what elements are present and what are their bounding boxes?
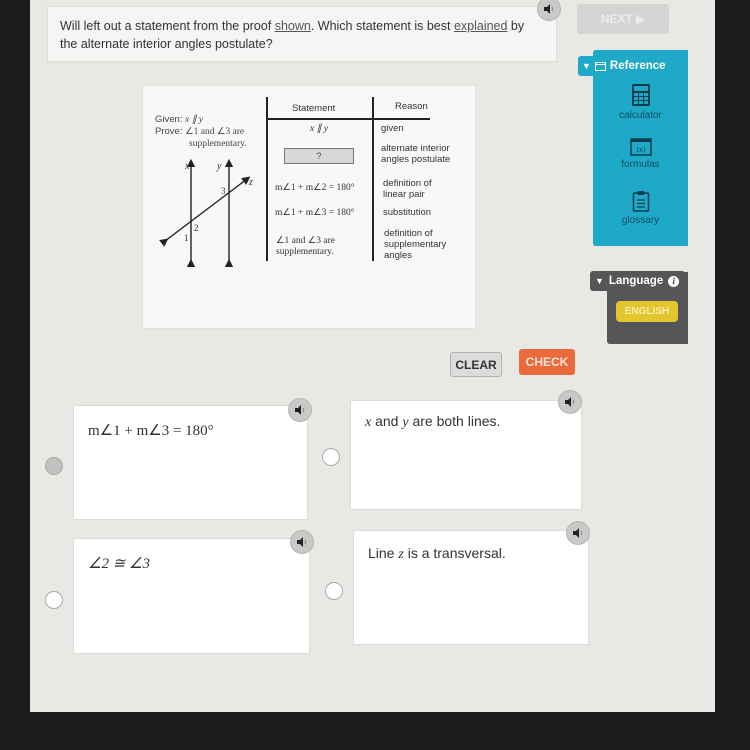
reason-4: substitution xyxy=(383,207,432,218)
check-button[interactable]: CHECK xyxy=(519,349,575,375)
info-icon[interactable]: i xyxy=(668,275,680,287)
choice-3-radio[interactable] xyxy=(45,591,63,609)
shown-link[interactable]: shown xyxy=(275,19,311,33)
triangle-down-icon: ▼ xyxy=(582,61,591,71)
svg-text:(x): (x) xyxy=(636,146,646,154)
line-z xyxy=(159,176,251,247)
question-text: . Which statement is best xyxy=(310,19,454,33)
missing-statement-box: ? xyxy=(284,148,354,164)
choice-2-text: and xyxy=(371,413,403,429)
choice-3-audio-button[interactable] xyxy=(290,530,314,554)
header-statement: Statement xyxy=(292,103,336,114)
prove-value-line2: supplementary. xyxy=(189,139,247,149)
choice-4-card[interactable]: Line z is a transversal. xyxy=(353,530,589,645)
label-z: z xyxy=(248,177,253,188)
explained-link[interactable]: explained xyxy=(454,19,508,33)
statement-1: x ∥ y xyxy=(310,124,328,134)
speaker-icon xyxy=(544,4,554,14)
choice-2-radio[interactable] xyxy=(322,448,340,466)
question-text: Will left out a statement from the proof xyxy=(60,19,275,33)
choice-4-text: is a transversal. xyxy=(403,545,506,561)
next-button[interactable]: NEXT ▶ xyxy=(577,4,669,34)
reference-calculator[interactable]: calculator xyxy=(593,83,688,121)
glossary-label: glossary xyxy=(621,215,660,226)
given-value: x ∥ y xyxy=(185,115,204,125)
formulas-label: formulas xyxy=(621,159,660,170)
statement-5: ∠1 and ∠3 are supplementary. xyxy=(276,236,335,257)
statement-3: m∠1 + m∠2 = 180° xyxy=(275,183,355,193)
calculator-label: calculator xyxy=(619,110,662,121)
choice-2-card[interactable]: x and y are both lines. xyxy=(350,400,582,510)
language-toggle[interactable]: ▼ Language i xyxy=(590,271,686,291)
reference-book-icon xyxy=(594,61,606,71)
choice-4-audio-button[interactable] xyxy=(566,521,590,545)
language-label: Language xyxy=(608,275,664,287)
english-language-button[interactable]: ENGLISH xyxy=(616,301,678,322)
reference-label: Reference xyxy=(609,60,666,72)
choice-3-card[interactable]: ∠2 ≅ ∠3 xyxy=(73,538,310,654)
label-angle-3: 3 xyxy=(221,186,226,196)
prove-label: Prove: xyxy=(155,126,183,137)
table-divider xyxy=(372,97,374,261)
table-header-rule xyxy=(266,118,430,120)
choice-2-text: are both lines. xyxy=(408,413,501,429)
choice-1-card[interactable]: m∠1 + m∠3 = 180° xyxy=(73,405,308,520)
speaker-icon xyxy=(573,528,583,538)
calculator-icon xyxy=(631,84,650,106)
reference-toggle[interactable]: ▼ Reference xyxy=(578,56,672,76)
statement-4: m∠1 + m∠3 = 180° xyxy=(275,208,355,218)
label-y: y xyxy=(216,161,222,172)
reason-1: given xyxy=(381,123,404,134)
reason-2: alternate interior angles postulate xyxy=(381,143,451,165)
choice-1-audio-button[interactable] xyxy=(288,398,312,422)
reason-3: definition of linear pair xyxy=(383,178,432,200)
formulas-icon: (x) xyxy=(629,138,652,156)
choice-1-text: m∠1 + m∠3 = 180° xyxy=(88,423,214,439)
reference-formulas[interactable]: (x) formulas xyxy=(593,138,688,170)
question-prompt: Will left out a statement from the proof… xyxy=(47,6,557,62)
choice-3-text: ∠2 ≅ ∠3 xyxy=(88,556,150,572)
header-reason: Reason xyxy=(395,101,428,112)
choice-2-audio-button[interactable] xyxy=(558,390,582,414)
speaker-icon xyxy=(297,537,307,547)
given-label: Given: xyxy=(155,114,183,125)
choice-4-radio[interactable] xyxy=(325,582,343,600)
triangle-down-icon: ▼ xyxy=(595,276,604,286)
speaker-icon xyxy=(565,397,575,407)
clear-button[interactable]: CLEAR xyxy=(450,352,502,377)
choice-1-radio[interactable] xyxy=(45,457,63,475)
statement-2: ? xyxy=(316,151,322,161)
reference-glossary[interactable]: glossary xyxy=(593,190,688,226)
table-border-left xyxy=(266,97,268,261)
clipboard-icon xyxy=(632,191,649,212)
reason-5: definition of supplementary angles xyxy=(384,228,447,261)
prove-value-line1: ∠1 and ∠3 are xyxy=(185,127,245,137)
label-angle-2: 2 xyxy=(194,223,199,233)
parallel-lines-diagram: x y z 1 2 3 xyxy=(159,158,253,268)
given-prove-block: Given: x ∥ y Prove: ∠1 and ∠3 are supple… xyxy=(155,114,247,150)
label-angle-1: 1 xyxy=(184,233,189,243)
speaker-icon xyxy=(295,405,305,415)
choice-4-text: Line xyxy=(368,545,399,561)
label-x: x xyxy=(184,161,190,172)
